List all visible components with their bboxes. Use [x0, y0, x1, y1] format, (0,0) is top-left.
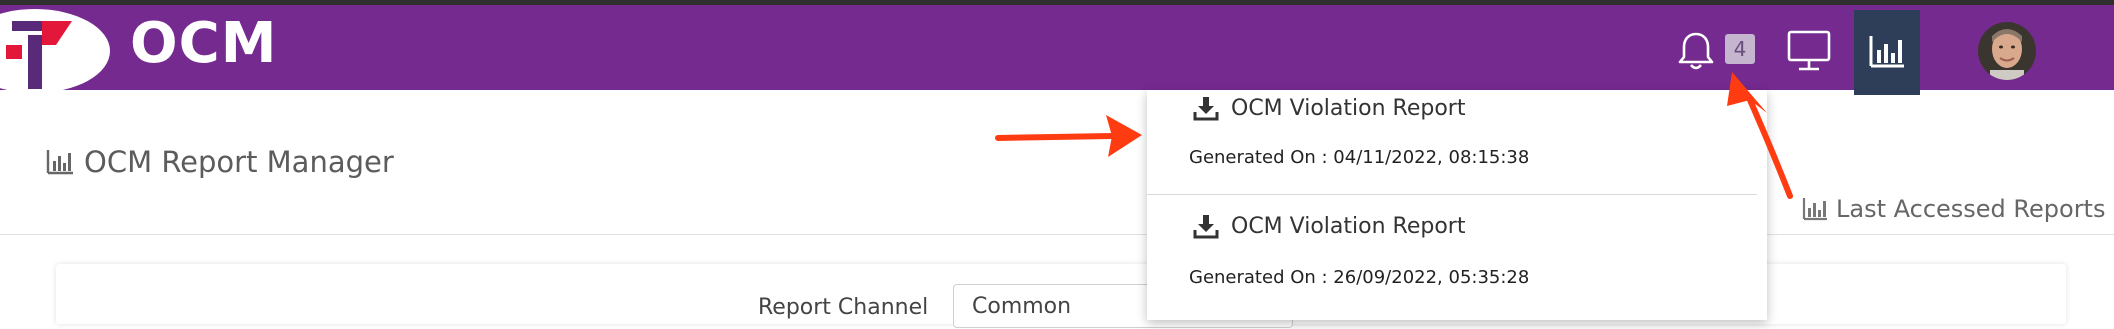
user-avatar[interactable] [1978, 22, 2036, 80]
notification-item[interactable]: OCM Violation Report Generated On : 04/1… [1147, 90, 1767, 194]
download-icon [1193, 215, 1219, 239]
reports-tab[interactable] [1854, 10, 1920, 95]
avatar-image [1978, 22, 2036, 80]
notification-title: OCM Violation Report [1231, 213, 1466, 239]
bar-chart-icon [1802, 198, 1827, 221]
monitor-icon[interactable] [1786, 29, 1832, 73]
ocm-logo-icon[interactable] [0, 13, 80, 91]
page-title: OCM Report Manager [84, 145, 394, 179]
report-channel-label: Report Channel [758, 295, 929, 320]
notification-header: OCM Violation Report [1193, 213, 1465, 239]
bar-chart-icon [46, 150, 73, 175]
annotation-arrow-left [995, 115, 1142, 157]
last-accessed-reports-label: Last Accessed Reports [1836, 195, 2106, 223]
notification-title: OCM Violation Report [1231, 95, 1466, 121]
last-accessed-reports-link[interactable]: Last Accessed Reports [1802, 195, 2105, 223]
notification-generated-on: Generated On : 04/11/2022, 08:15:38 [1189, 147, 1530, 168]
brand-name: OCM [130, 11, 278, 76]
notification-item[interactable]: OCM Violation Report Generated On : 26/0… [1147, 195, 1767, 320]
bar-chart-icon [1869, 36, 1904, 68]
notification-generated-on: Generated On : 26/09/2022, 05:35:28 [1189, 267, 1530, 288]
bell-icon[interactable] [1676, 30, 1716, 72]
notifications-dropdown: OCM Violation Report Generated On : 04/1… [1147, 90, 1767, 320]
content-divider [0, 234, 2114, 235]
page-title-row: OCM Report Manager [46, 145, 394, 179]
top-header-bar: OCM 4 [0, 5, 2114, 95]
notification-count-badge[interactable]: 4 [1725, 34, 1755, 64]
notification-header: OCM Violation Report [1193, 95, 1465, 121]
download-icon [1193, 97, 1219, 121]
